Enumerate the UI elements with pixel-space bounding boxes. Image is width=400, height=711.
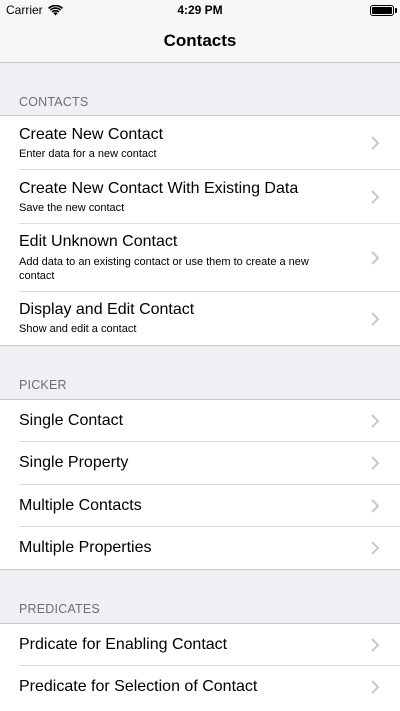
status-time: 4:29 PM (177, 3, 223, 17)
page-title: Contacts (163, 31, 237, 50)
row-title: Create New Contact With Existing Data (19, 180, 299, 197)
row-title: Multiple Properties (19, 539, 152, 556)
chevron-right-icon (371, 414, 380, 428)
row-title: Create New Contact (19, 126, 164, 143)
row-title: Edit Unknown Contact (19, 233, 178, 250)
row-subtitle: Enter data for a new contact (19, 148, 157, 160)
row-subtitle: Show and edit a contact (19, 323, 137, 335)
row-create-new-contact[interactable]: Create New Contact Enter data for a new … (0, 116, 400, 170)
row-title: Multiple Contacts (19, 497, 142, 514)
row-multiple-contacts[interactable]: Multiple Contacts (0, 485, 400, 527)
chevron-right-icon (371, 251, 380, 265)
status-bar: Carrier 4:29 PM (0, 0, 400, 20)
row-title: Prdicate for Enabling Contact (19, 636, 228, 653)
row-title: Predicate for Selection of Contact (19, 678, 258, 695)
battery-tip (395, 8, 397, 13)
predicates-group: Prdicate for Enabling Contact Predicate … (0, 623, 400, 711)
picker-group: Single Contact Single Property Multiple … (0, 399, 400, 570)
row-single-property[interactable]: Single Property (0, 442, 400, 485)
battery-icon (370, 5, 394, 16)
chevron-right-icon (371, 680, 380, 694)
section-header-contacts: CONTACTS (19, 95, 89, 109)
row-single-contact[interactable]: Single Contact (0, 400, 400, 442)
navigation-bar: Contacts (0, 20, 400, 63)
chevron-right-icon (371, 456, 380, 470)
row-title: Single Property (19, 454, 129, 471)
chevron-right-icon (371, 499, 380, 513)
chevron-right-icon (371, 312, 380, 326)
chevron-right-icon (371, 541, 380, 555)
row-subtitle: Save the new contact (19, 202, 125, 214)
row-predicate-enabling-contact[interactable]: Prdicate for Enabling Contact (0, 624, 400, 666)
row-title: Display and Edit Contact (19, 301, 195, 318)
section-header-predicates: PREDICATES (19, 602, 100, 616)
chevron-right-icon (371, 136, 380, 150)
section-header-picker: PICKER (19, 378, 67, 392)
row-multiple-properties[interactable]: Multiple Properties (0, 527, 400, 569)
row-display-and-edit-contact[interactable]: Display and Edit Contact Show and edit a… (0, 292, 400, 345)
row-subtitle: Add data to an existing contact or use t… (19, 256, 309, 282)
row-create-with-existing-data[interactable]: Create New Contact With Existing Data Sa… (0, 170, 400, 224)
row-edit-unknown-contact[interactable]: Edit Unknown Contact Add data to an exis… (0, 224, 400, 292)
chevron-right-icon (371, 638, 380, 652)
row-predicate-selection-contact[interactable]: Predicate for Selection of Contact (0, 666, 400, 709)
chevron-right-icon (371, 190, 380, 204)
row-title: Single Contact (19, 412, 124, 429)
contacts-group: Create New Contact Enter data for a new … (0, 115, 400, 346)
